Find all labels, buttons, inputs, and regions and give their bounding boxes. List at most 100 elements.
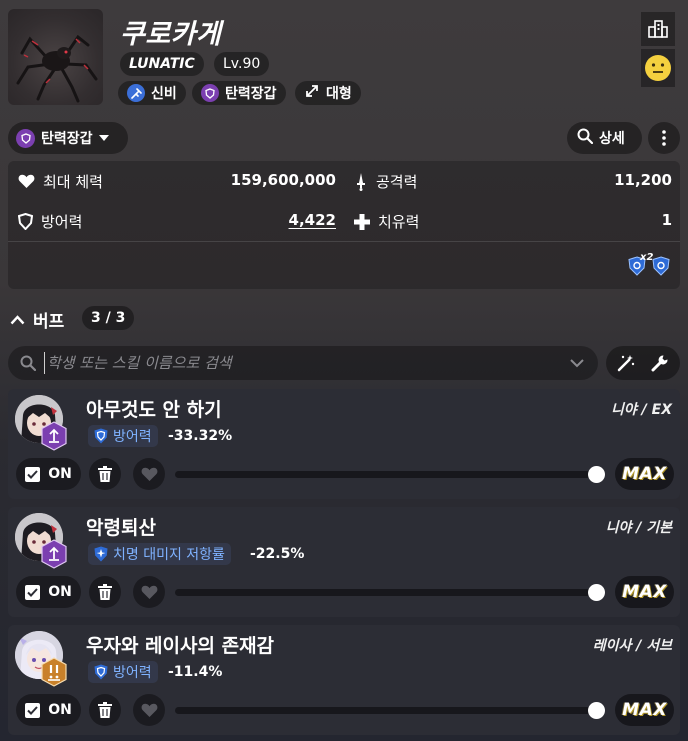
- mood-button[interactable]: [641, 49, 675, 87]
- support-role-badge: [40, 421, 68, 451]
- attack-label: 공격력: [376, 173, 418, 191]
- level-label: Lv.90: [223, 56, 261, 72]
- buff-effect-chip: 방어력: [88, 661, 158, 683]
- buff-source: 레이사 / 서브: [592, 638, 672, 654]
- max-hp-label: 최대 체력: [43, 173, 103, 191]
- buff-effect-chip: 방어력: [88, 425, 158, 447]
- buff-toggle-label: ON: [48, 466, 72, 482]
- more-options-button[interactable]: [648, 122, 680, 154]
- attack-value: 11,200: [614, 171, 672, 189]
- buff-card: 아무것도 안 하기 니야 / EX 방어력 -33.32% ON MAX: [8, 389, 680, 499]
- crit-resist-shield-icon: [94, 546, 108, 562]
- expand-arrows-icon: [304, 83, 320, 103]
- shield-buff-indicator: x2: [626, 252, 674, 278]
- elastic-armor-icon: [201, 84, 219, 102]
- trash-icon: [98, 466, 112, 482]
- max-hp-stat: 최대 체력: [18, 171, 103, 192]
- caret-down-icon: [98, 130, 109, 146]
- checkbox-checked-icon: [25, 702, 41, 718]
- armor-type-badge: 탄력장갑: [192, 81, 286, 105]
- elastic-armor-icon: [16, 128, 35, 148]
- buff-toggle-label: ON: [48, 702, 72, 718]
- favorite-buff-button[interactable]: [133, 576, 165, 608]
- building-icon: [648, 20, 668, 38]
- wrench-icon[interactable]: [651, 354, 669, 372]
- buff-effect-label: 방어력: [113, 429, 152, 445]
- shield-buff-icon: [652, 256, 670, 276]
- buff-toggle-button[interactable]: ON: [16, 458, 81, 490]
- buff-effect-value: -33.32%: [168, 428, 233, 444]
- checkbox-checked-icon: [25, 584, 41, 600]
- healing-stat: 치유력: [354, 211, 419, 232]
- attack-stat: 공격력: [354, 171, 417, 192]
- defense-stat: 방어력: [18, 211, 82, 232]
- healing-label: 치유력: [378, 213, 420, 231]
- buff-card: 악령퇴산 니야 / 기본 치명 대미지 저항률 -22.5% ON MAX: [8, 507, 680, 617]
- detail-label: 상세: [599, 131, 625, 147]
- slider-thumb[interactable]: [588, 466, 605, 483]
- favorite-buff-button[interactable]: [133, 458, 165, 490]
- buff-effect-label: 방어력: [113, 665, 152, 681]
- delete-buff-button[interactable]: [89, 694, 121, 726]
- buff-name: 악령퇴산: [86, 517, 156, 539]
- buff-source: 니야 / 기본: [605, 520, 672, 536]
- buff-effect-value: -22.5%: [250, 546, 305, 562]
- defense-value[interactable]: 4,422: [289, 211, 336, 229]
- buff-section-title: 버프: [33, 312, 65, 332]
- max-hp-value: 159,600,000: [230, 171, 336, 189]
- buff-card: 우자와 레이사의 존재감 레이사 / 서브 방어력 -11.4% ON MAX: [8, 625, 680, 735]
- neutral-face-icon: [645, 55, 671, 81]
- buff-tools: [606, 346, 680, 380]
- slider-thumb[interactable]: [588, 584, 605, 601]
- buff-effect-label: 치명 대미지 저항률: [113, 547, 225, 563]
- school-building-button[interactable]: [641, 12, 675, 46]
- shield-icon: [18, 213, 33, 230]
- heart-icon: [18, 174, 35, 188]
- plus-cross-icon: [354, 213, 370, 230]
- armor-type-dropdown[interactable]: 탄력장갑: [8, 122, 128, 154]
- magic-wand-icon[interactable]: [617, 354, 635, 372]
- max-level-button[interactable]: MAX: [615, 458, 674, 490]
- buff-effect-value: -11.4%: [168, 664, 223, 680]
- armor-type-label: 탄력장갑: [225, 86, 277, 102]
- dagger-icon: [357, 172, 365, 191]
- buff-search-input[interactable]: [44, 352, 544, 374]
- defense-label: 방어력: [41, 213, 83, 231]
- trash-icon: [98, 584, 112, 600]
- buff-section-toggle[interactable]: 버프: [10, 307, 64, 332]
- buff-source: 니야 / EX: [611, 402, 672, 418]
- buff-level-slider[interactable]: [175, 707, 600, 714]
- checkbox-checked-icon: [25, 466, 41, 482]
- size-label: 대형: [326, 86, 352, 102]
- defense-shield-icon: [94, 664, 108, 680]
- buff-toggle-button[interactable]: ON: [16, 576, 81, 608]
- delete-buff-button[interactable]: [89, 458, 121, 490]
- armor-dropdown-label: 탄력장갑: [41, 131, 93, 147]
- attack-type-label: 신비: [151, 86, 177, 102]
- boss-name: 쿠로카게: [120, 19, 222, 50]
- detail-button[interactable]: 상세: [567, 122, 642, 154]
- buff-toggle-button[interactable]: ON: [16, 694, 81, 726]
- delete-buff-button[interactable]: [89, 576, 121, 608]
- chevron-down-icon[interactable]: [570, 359, 584, 368]
- slider-thumb[interactable]: [588, 702, 605, 719]
- special-role-badge: [40, 657, 68, 687]
- max-level-button[interactable]: MAX: [615, 576, 674, 608]
- defense-shield-icon: [94, 428, 108, 444]
- buff-level-slider[interactable]: [175, 471, 600, 478]
- buff-effect-chip: 치명 대미지 저항률: [88, 543, 231, 565]
- favorite-buff-button[interactable]: [133, 694, 165, 726]
- max-level-button[interactable]: MAX: [615, 694, 674, 726]
- heart-icon: [141, 467, 157, 481]
- difficulty-badge: LUNATIC: [120, 52, 204, 76]
- heart-icon: [141, 585, 157, 599]
- difficulty-label: LUNATIC: [129, 56, 195, 72]
- buff-level-slider[interactable]: [175, 589, 600, 596]
- buff-search-bar[interactable]: [8, 346, 598, 380]
- attack-type-badge: 신비: [118, 81, 186, 105]
- support-role-badge: [40, 539, 68, 569]
- buff-name: 아무것도 안 하기: [86, 399, 222, 421]
- mystic-attack-icon: [127, 84, 145, 102]
- boss-stats-panel: 최대 체력 159,600,000 공격력 11,200 방어력 4,422 치…: [8, 161, 680, 289]
- trash-icon: [98, 702, 112, 718]
